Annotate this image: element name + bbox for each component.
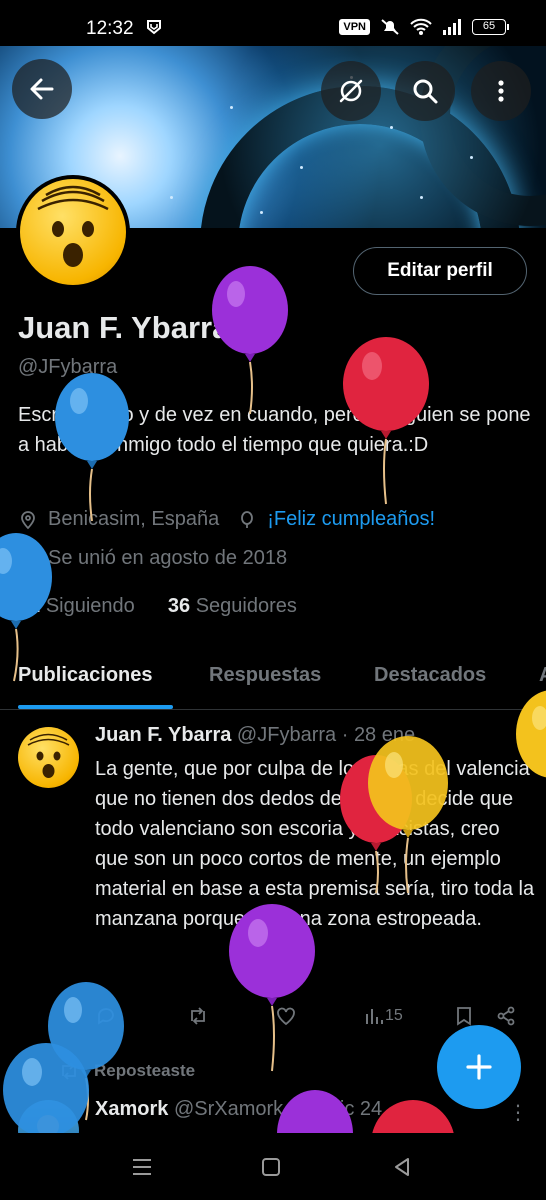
views-button[interactable]: 15 [363, 1005, 403, 1027]
repost-button[interactable] [187, 1005, 209, 1027]
plus-icon [466, 1054, 492, 1080]
signal-icon [443, 19, 461, 35]
mute-icon [381, 19, 399, 35]
yellow-balloon [368, 736, 448, 894]
shield-icon [147, 20, 161, 35]
more-button[interactable] [471, 61, 531, 121]
status-icons: VPN 65 [339, 18, 509, 36]
compose-button[interactable] [437, 1025, 521, 1109]
purple-balloon [277, 1090, 353, 1133]
share-icon [497, 1006, 515, 1026]
share-button[interactable] [495, 1005, 517, 1027]
bookmark-icon [457, 1007, 471, 1026]
profile-joined-row: Se unió en agosto de 2018 [18, 547, 287, 570]
tweet-author-name[interactable]: Juan F. Ybarra [95, 724, 231, 746]
arrow-left-icon [30, 78, 54, 100]
vpn-badge: VPN [339, 19, 370, 35]
tweet-author-handle[interactable]: @JFybarra [237, 724, 336, 746]
tab-destacados[interactable]: Destacados [374, 664, 486, 687]
followers-link[interactable]: 36 Seguidores [168, 595, 297, 617]
tweet-author-handle[interactable]: @SrXamork [174, 1098, 283, 1120]
blue-balloon [55, 373, 129, 522]
wifi-icon [410, 18, 432, 35]
profile-name: Juan F. Ybarra [18, 310, 230, 345]
tweet-avatar[interactable] [18, 727, 79, 788]
red-balloon [343, 337, 429, 505]
emoji-face-avatar [20, 179, 126, 285]
location-icon [21, 510, 35, 529]
grok-icon [339, 79, 363, 103]
yellow-balloon [516, 690, 546, 778]
profile-avatar[interactable] [16, 175, 130, 289]
purple-balloon [212, 266, 288, 415]
tweet-separator: · [341, 724, 349, 746]
profile-joined: Se unió en agosto de 2018 [48, 547, 288, 569]
status-bar: 12:32 VPN 65 [0, 0, 546, 46]
tab-articulos[interactable]: A [539, 664, 546, 687]
grok-button[interactable] [321, 61, 381, 121]
balloon-icon [241, 510, 254, 528]
views-count: 15 [385, 1007, 403, 1024]
repost-icon [191, 1007, 205, 1025]
search-icon [413, 79, 438, 104]
birthday-link[interactable]: ¡Feliz cumpleaños! [267, 508, 435, 531]
battery-indicator: 65 [472, 19, 509, 35]
system-nav-bar [0, 1133, 546, 1200]
bookmark-button[interactable] [453, 1005, 475, 1027]
analytics-icon [366, 1009, 383, 1024]
more-vertical-icon [498, 80, 504, 102]
followers-count: 36 [167, 595, 191, 617]
tab-respuestas[interactable]: Respuestas [209, 664, 321, 687]
following-label: Siguiendo [45, 595, 135, 617]
tweet-more-button[interactable]: ⋮ [508, 1100, 528, 1125]
red-balloon [372, 1100, 454, 1133]
purple-balloon [229, 904, 315, 1072]
back-button[interactable] [12, 59, 72, 119]
back-nav-icon[interactable] [390, 1155, 414, 1179]
search-button[interactable] [395, 61, 455, 121]
blue-balloon [3, 1043, 89, 1133]
followers-label: Seguidores [195, 595, 297, 617]
blue-balloon [0, 533, 52, 682]
edit-profile-button[interactable]: Editar perfil [353, 247, 527, 295]
home-icon[interactable] [259, 1155, 283, 1179]
follow-counts: 82 Siguiendo 36 Seguidores [18, 595, 297, 618]
status-time: 12:32 [86, 18, 134, 39]
recents-icon[interactable] [130, 1155, 154, 1179]
active-tab-indicator [18, 705, 173, 709]
profile-tabs: Publicaciones Respuestas Destacados A [0, 650, 546, 710]
